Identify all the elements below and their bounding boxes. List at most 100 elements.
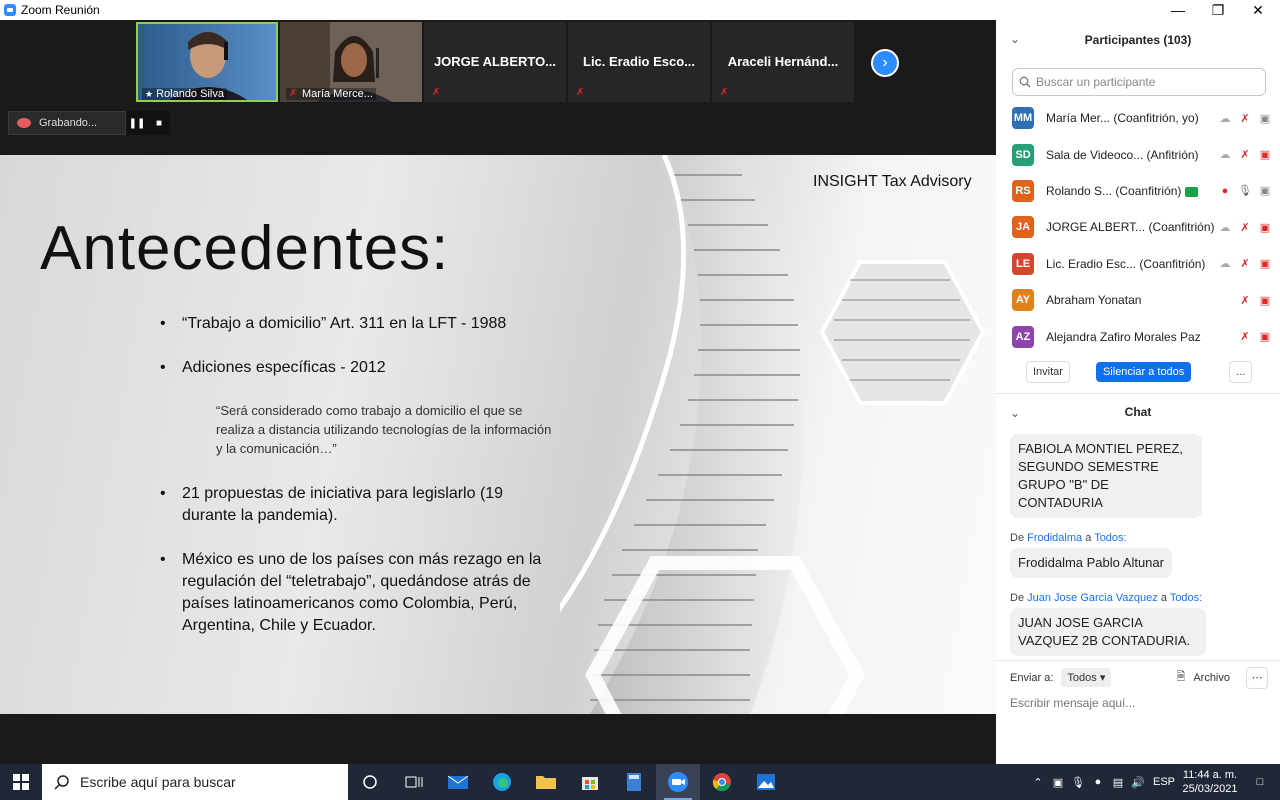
tile-name: Araceli Hernánd... xyxy=(727,54,839,69)
microphone-icon[interactable]: 🎙 xyxy=(1068,776,1088,789)
search-icon xyxy=(1019,76,1031,88)
pause-recording-button[interactable]: ❚❚ xyxy=(126,111,148,135)
store-button[interactable] xyxy=(568,764,612,800)
mail-app-button[interactable] xyxy=(436,764,480,800)
participant-row[interactable]: LE Lic. Eradio Esc... (Coanfitrión) ☁ ✗ ▣ xyxy=(996,246,1280,282)
muted-mic-icon: ✗ xyxy=(1240,294,1250,307)
video-off-icon: ▣ xyxy=(1259,149,1271,162)
calculator-icon xyxy=(627,773,641,791)
muted-mic-icon: ✗ xyxy=(289,88,298,99)
participant-search-input[interactable]: Buscar un participante xyxy=(1012,68,1266,96)
participant-row[interactable]: AY Abraham Yonatan ✗ ▣ xyxy=(996,282,1280,318)
chat-title: Chat xyxy=(1124,404,1152,419)
chat-sender: De Frodidalma a Todos: xyxy=(1010,531,1127,544)
mute-all-button[interactable]: Silenciar a todos xyxy=(1095,361,1192,382)
participant-row[interactable]: MM María Mer... (Coanfitrión, yo) ☁ ✗ ▣ xyxy=(996,100,1280,136)
minimize-button[interactable]: — xyxy=(1158,0,1198,20)
more-options-button[interactable]: ... xyxy=(1229,360,1253,383)
cloud-record-icon: ☁ xyxy=(1219,221,1231,234)
video-off-icon: ▣ xyxy=(1259,294,1271,307)
cloud-record-icon: ☁ xyxy=(1219,112,1231,125)
slide-bullet: Adiciones específicas - 2012 xyxy=(160,357,560,379)
participant-row[interactable]: RS Rolando S... (Coanfitrión) ● 🎙 ▣ xyxy=(996,173,1280,209)
zoom-icon xyxy=(668,772,688,792)
stop-recording-button[interactable]: ■ xyxy=(148,111,170,135)
language-indicator[interactable]: ESP xyxy=(1148,776,1180,788)
calculator-button[interactable] xyxy=(612,764,656,800)
collapse-chevron-icon[interactable]: ⌄ xyxy=(1010,406,1020,420)
close-button[interactable]: ✕ xyxy=(1238,0,1278,20)
cloud-record-icon: ● xyxy=(1221,184,1229,197)
folder-icon xyxy=(536,776,556,789)
participant-row[interactable]: JA JORGE ALBERT... (Coanfitrión) ☁ ✗ ▣ xyxy=(996,209,1280,245)
avatar: MM xyxy=(1012,107,1034,130)
video-tile-maria[interactable]: ✗ María Merce... xyxy=(280,22,422,102)
file-icon: 🗎 xyxy=(1176,671,1186,683)
next-page-button[interactable]: › xyxy=(871,49,899,77)
zoom-app-icon xyxy=(4,4,16,16)
cloud-record-icon xyxy=(17,118,31,128)
avatar: JA xyxy=(1012,216,1034,239)
network-icon[interactable]: ▤ xyxy=(1108,776,1128,789)
recording-label-box: Grabando... xyxy=(8,111,126,135)
chat-input[interactable]: Escribir mensaje aquí... xyxy=(1010,696,1135,710)
file-button[interactable]: 🗎 Archivo xyxy=(1176,668,1230,687)
name-tile-eradio[interactable]: Lic. Eradio Esco... ✗ xyxy=(568,22,710,102)
system-tray: ⌃ ▣ 🎙 ● ▤ 🔊 ESP 11:44 a. m. 25/03/2021 □ xyxy=(1028,764,1280,800)
notifications-icon[interactable]: □ xyxy=(1240,776,1280,788)
zoom-taskbar-button[interactable] xyxy=(656,764,700,800)
participant-row[interactable]: AZ Alejandra Zafiro Morales Paz ✗ ▣ xyxy=(996,318,1280,354)
collapse-chevron-icon[interactable]: ⌄ xyxy=(1010,32,1020,46)
chat-sender: De Juan Jose Garcia Vazquez a Todos: xyxy=(1010,591,1203,604)
cloud-record-icon: ☁ xyxy=(1219,149,1231,162)
maximize-button[interactable]: ❐ xyxy=(1198,0,1238,20)
cortana-icon xyxy=(363,775,377,789)
meet-now-icon[interactable]: ▣ xyxy=(1048,776,1068,789)
search-icon xyxy=(54,775,69,790)
muted-mic-icon: ✗ xyxy=(1240,112,1250,125)
cortana-button[interactable] xyxy=(348,764,392,800)
volume-icon[interactable]: 🔊 xyxy=(1128,776,1148,789)
edge-icon xyxy=(493,773,511,791)
avatar: AZ xyxy=(1012,325,1034,348)
participant-name: María Mer... (Coanfitrión, yo) xyxy=(1046,111,1199,126)
participant-actions: Invitar Silenciar a todos ... xyxy=(996,355,1280,389)
participant-list: MM María Mer... (Coanfitrión, yo) ☁ ✗ ▣ SD… xyxy=(996,100,1280,355)
photos-icon xyxy=(757,774,775,790)
participants-title: Participantes (103) xyxy=(1084,33,1192,47)
name-tile-araceli[interactable]: Araceli Hernánd... ✗ xyxy=(712,22,854,102)
task-view-button[interactable] xyxy=(392,764,436,800)
taskbar-search-input[interactable]: Escribe aquí para buscar xyxy=(42,764,348,800)
chat-message: Frodidalma Pablo Altunar xyxy=(1010,547,1172,578)
start-button[interactable] xyxy=(0,764,42,800)
chat-send-row: Enviar a: Todos ▾ 🗎 Archivo ⋯ xyxy=(996,660,1280,694)
hexagon-decoration xyxy=(820,260,985,405)
video-off-icon: ▣ xyxy=(1259,221,1271,234)
clock[interactable]: 11:44 a. m. 25/03/2021 xyxy=(1180,768,1240,796)
chat-more-button[interactable]: ⋯ xyxy=(1246,666,1268,689)
clock-date: 25/03/2021 xyxy=(1182,783,1238,795)
chat-header: ⌄ Chat xyxy=(996,394,1280,430)
mic-icon: 🎙 xyxy=(1238,185,1252,198)
chrome-button[interactable] xyxy=(700,764,744,800)
cloud-record-icon: ☁ xyxy=(1219,258,1231,271)
slide-bullet: “Trabajo a domicilio” Art. 311 en la LFT… xyxy=(160,313,560,335)
photos-button[interactable] xyxy=(744,764,788,800)
taskbar-search-placeholder: Escribe aquí para buscar xyxy=(80,774,236,790)
participant-row[interactable]: SD Sala de Videoco... (Anfitrión) ☁ ✗ ▣ xyxy=(996,136,1280,172)
recording-tray-icon[interactable]: ● xyxy=(1088,776,1108,788)
edge-browser-button[interactable] xyxy=(480,764,524,800)
file-explorer-button[interactable] xyxy=(524,764,568,800)
participant-name: Rolando S... (Coanfitrión) xyxy=(1046,184,1198,198)
muted-mic-icon: ✗ xyxy=(576,87,585,98)
slide-heading: Antecedentes: xyxy=(40,214,450,283)
name-tile-jorge[interactable]: JORGE ALBERTO... ✗ xyxy=(424,22,566,102)
video-tile-rolando[interactable]: ★ Rolando Silva xyxy=(136,22,278,102)
windows-logo-icon xyxy=(13,774,29,790)
window-title: Zoom Reunión xyxy=(21,3,100,17)
muted-mic-icon: ✗ xyxy=(432,87,441,98)
avatar: SD xyxy=(1012,143,1034,166)
send-to-dropdown[interactable]: Todos ▾ xyxy=(1061,668,1112,687)
show-hidden-icons-button[interactable]: ⌃ xyxy=(1028,776,1048,789)
invite-button[interactable]: Invitar xyxy=(1026,360,1070,383)
